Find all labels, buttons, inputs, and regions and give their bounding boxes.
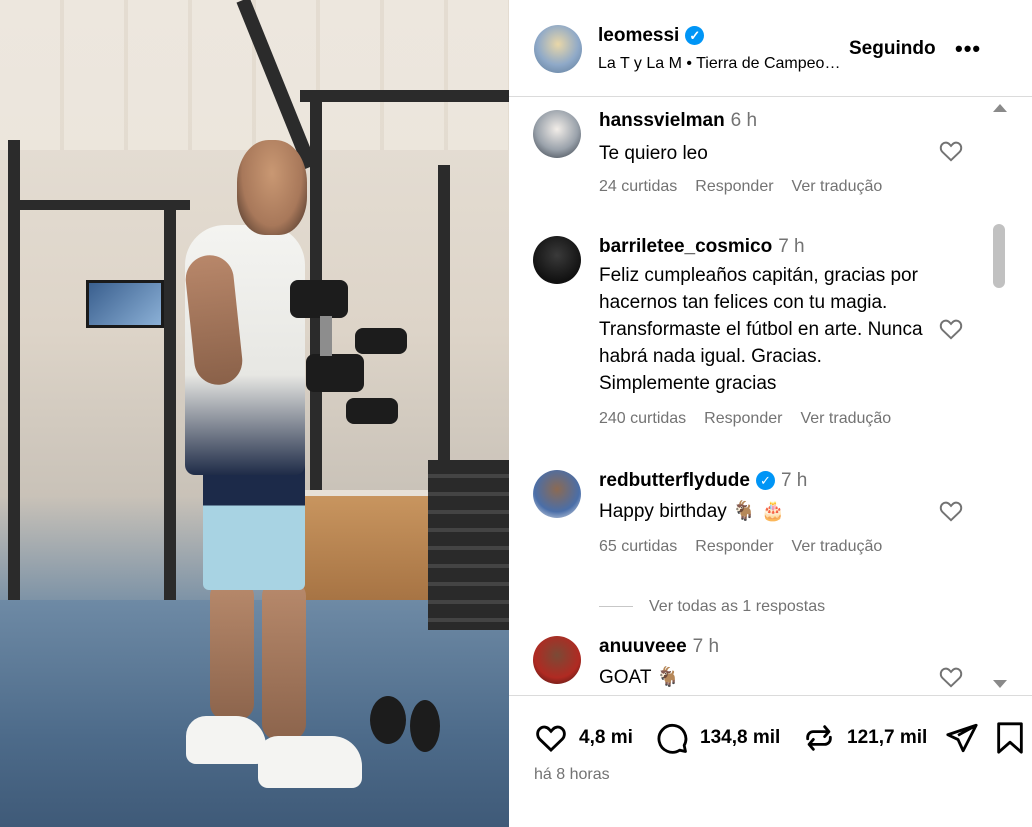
rack-post: [164, 200, 176, 620]
dumbbell: [306, 354, 364, 392]
post-sidebar: leomessi ✓ La T y La M • Tierra de Campeo…: [509, 0, 1032, 827]
comment-username[interactable]: anuuveee: [599, 636, 687, 657]
comment-header: hanssvielman 6 h: [599, 110, 757, 132]
person-shorts: [203, 460, 305, 590]
reply-button[interactable]: Responder: [695, 538, 773, 555]
comment-username[interactable]: hanssvielman: [599, 110, 725, 131]
person-shoe: [186, 716, 266, 764]
view-replies-label: Ver todas as 1 respostas: [649, 598, 826, 615]
comments-scrollbar[interactable]: [989, 98, 1009, 695]
wood-cabinet: [300, 490, 430, 600]
like-count: 4,8 mi: [579, 727, 633, 748]
comment-username[interactable]: redbutterflydude: [599, 470, 750, 491]
post-location[interactable]: La T y La M • Tierra de Campeones: [598, 55, 848, 73]
comment-time: 6 h: [730, 110, 758, 131]
comment-count: 134,8 mil: [700, 727, 781, 748]
wall-tv: [86, 280, 164, 328]
translate-button[interactable]: Ver tradução: [792, 178, 883, 195]
view-replies-button[interactable]: Ver todas as 1 respostas: [599, 598, 825, 616]
share-button[interactable]: [945, 720, 979, 756]
avatar[interactable]: [533, 236, 581, 284]
repost-count: 121,7 mil: [847, 727, 928, 748]
comment-likes[interactable]: 24 curtidas: [599, 178, 677, 195]
save-button[interactable]: [995, 720, 1025, 756]
more-options-icon[interactable]: •••: [955, 36, 981, 62]
person-leg: [210, 580, 254, 720]
floor-dumbbell: [410, 700, 440, 752]
translate-button[interactable]: Ver tradução: [800, 410, 891, 427]
comment-time: 7 h: [778, 236, 805, 257]
comment-likes[interactable]: 65 curtidas: [599, 538, 677, 555]
share-paper-plane-icon: [946, 723, 978, 753]
post-author[interactable]: leomessi ✓: [598, 25, 705, 47]
floor-dumbbell: [370, 696, 406, 744]
bookmark-icon: [997, 722, 1023, 754]
avatar[interactable]: [533, 636, 581, 684]
comment-actions: 65 curtidas Responder Ver tradução: [599, 538, 900, 556]
repost-button[interactable]: 121,7 mil: [801, 720, 927, 756]
like-button[interactable]: 4,8 mi: [533, 720, 633, 756]
comments-list: hanssvielman 6 h Te quiero leo 24 curtida…: [509, 98, 1032, 696]
person-shoe: [258, 736, 362, 788]
comment-time: 7 h: [692, 636, 720, 657]
verified-badge-icon: ✓: [755, 471, 775, 490]
comment-actions: 24 curtidas Responder Ver tradução: [599, 178, 900, 196]
rack-crossbar: [10, 200, 190, 210]
heart-icon: [536, 725, 566, 753]
heart-icon[interactable]: [937, 498, 965, 524]
rack-crossbar: [300, 90, 509, 102]
comment-text: Te quiero leo: [599, 143, 708, 164]
comment-bubble-icon: [657, 723, 688, 754]
comment-username[interactable]: barriletee_cosmico: [599, 236, 772, 257]
comment-button[interactable]: 134,8 mil: [654, 720, 780, 756]
post-image[interactable]: [0, 0, 509, 827]
heart-icon[interactable]: [937, 316, 965, 342]
comment-item: redbutterflydude ✓ 7 h Happy birthday 🐐 🎂 …: [509, 470, 989, 570]
repost-icon: [806, 725, 832, 751]
heart-icon[interactable]: [937, 664, 965, 690]
reply-button[interactable]: Responder: [695, 178, 773, 195]
following-button[interactable]: Seguindo: [849, 38, 936, 60]
scroll-thumb[interactable]: [993, 224, 1005, 288]
comment-item: hanssvielman 6 h Te quiero leo 24 curtida…: [509, 110, 989, 210]
reply-button[interactable]: Responder: [704, 410, 782, 427]
comment-header: redbutterflydude ✓ 7 h: [599, 470, 807, 492]
avatar[interactable]: [534, 25, 582, 73]
scroll-up-arrow-icon[interactable]: [993, 104, 1007, 112]
dumbbell: [290, 280, 348, 318]
avatar[interactable]: [533, 470, 581, 518]
post-timestamp[interactable]: há 8 horas: [534, 766, 610, 784]
comment-header: barriletee_cosmico 7 h: [599, 236, 805, 258]
comment-item: barriletee_cosmico 7 h Feliz cumpleaños c…: [509, 236, 989, 436]
rack-post: [8, 140, 20, 660]
dumbbell: [355, 328, 407, 354]
verified-badge-icon: ✓: [685, 26, 705, 45]
person-head: [237, 140, 307, 235]
heart-icon[interactable]: [937, 138, 965, 164]
translate-button[interactable]: Ver tradução: [792, 538, 883, 555]
comment-time: 7 h: [780, 470, 808, 491]
comment-text: GOAT 🐐: [599, 667, 681, 688]
dumbbell-handle: [320, 316, 332, 356]
dumbbell: [346, 398, 398, 424]
scroll-down-arrow-icon[interactable]: [993, 680, 1007, 688]
comment-item: anuuveee 7 h GOAT 🐐: [509, 636, 989, 695]
dumbbell-rack: [428, 460, 509, 630]
comment-text: Happy birthday 🐐 🎂: [599, 501, 785, 522]
avatar[interactable]: [533, 110, 581, 158]
post-author-name[interactable]: leomessi: [598, 25, 679, 46]
comment-text: Feliz cumpleaños capitán, gracias por ha…: [599, 265, 923, 394]
person-leg: [262, 580, 306, 740]
rack-post: [438, 165, 450, 465]
comment-header: anuuveee 7 h: [599, 636, 719, 658]
comment-likes[interactable]: 240 curtidas: [599, 410, 686, 427]
comment-actions: 240 curtidas Responder Ver tradução: [599, 410, 909, 428]
post-header: leomessi ✓ La T y La M • Tierra de Campeo…: [509, 0, 1032, 97]
replies-divider: [599, 606, 633, 608]
